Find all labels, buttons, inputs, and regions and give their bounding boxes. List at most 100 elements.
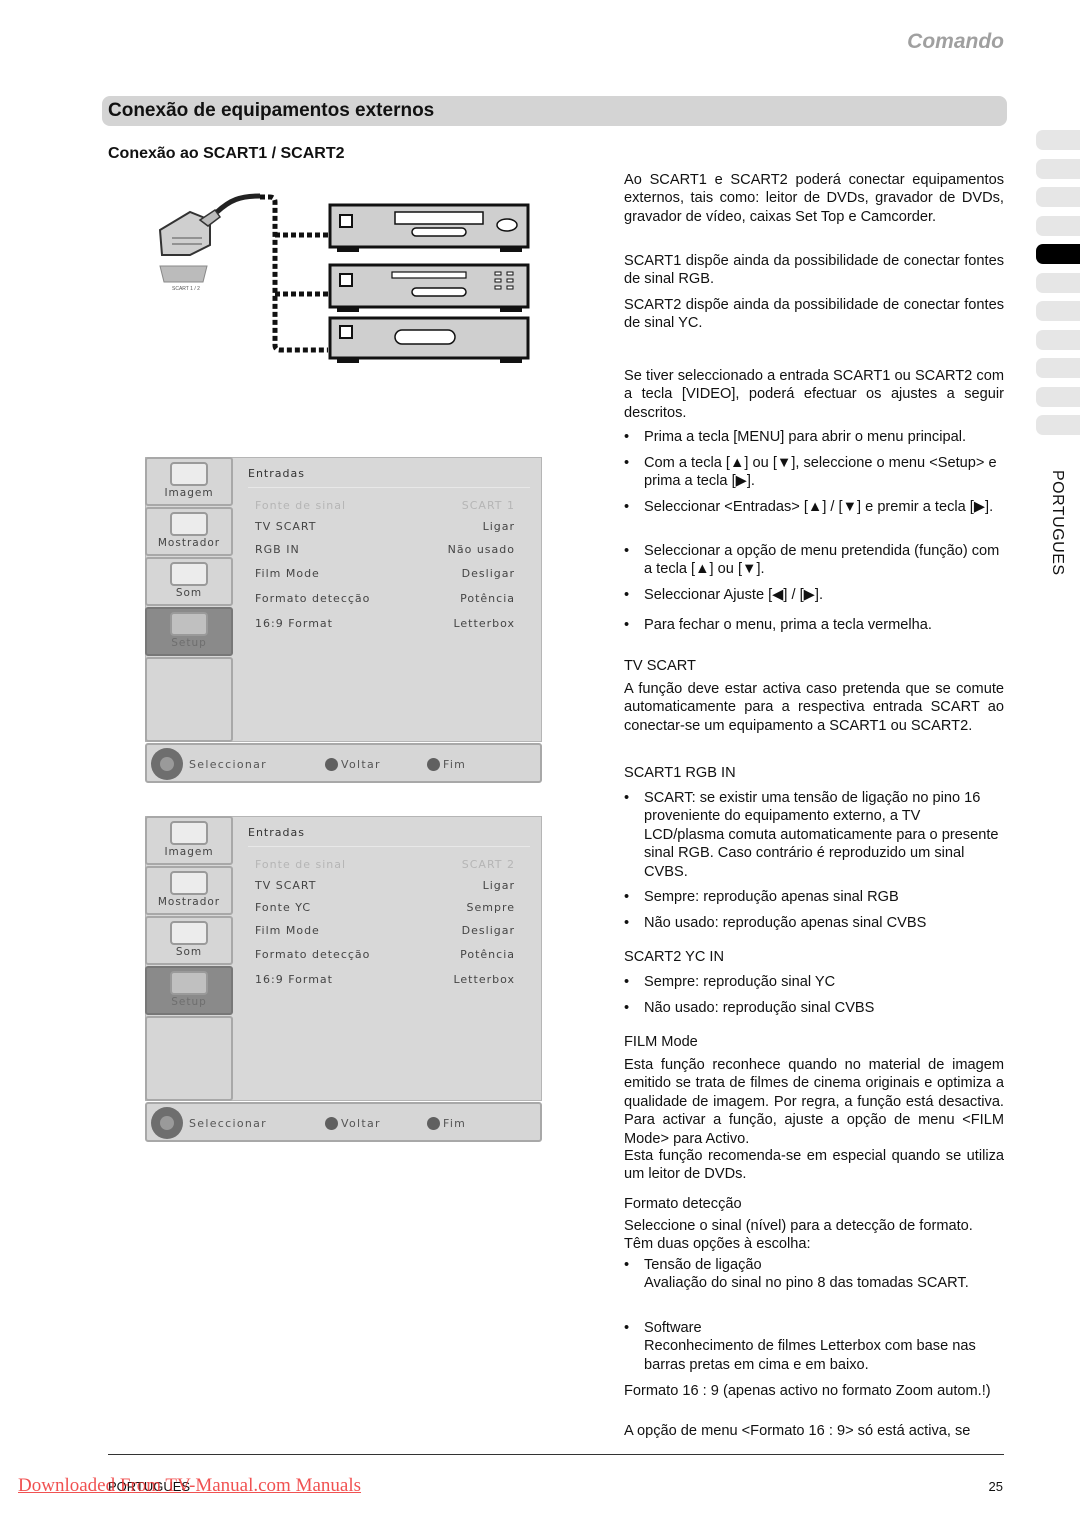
bullet-icon: •: [624, 1257, 630, 1273]
osd-menu-scart2: Imagem Mostrador Som Setup Entradas Font…: [145, 816, 542, 1143]
osd-row-value: Desligar: [461, 924, 515, 937]
step-item: • Seleccionar a opção de menu pretendida …: [624, 542, 1004, 579]
osd-menu-imagem[interactable]: Imagem: [145, 816, 233, 865]
osd-sidebar-empty: [145, 657, 233, 742]
paragraph: SCART1 dispõe ainda da possibilidade de …: [624, 253, 1004, 288]
chapter-tab: [1036, 215, 1080, 236]
osd-row-value: Desligar: [461, 567, 515, 580]
step-text: Com a tecla [▲] ou [▼], seleccione o men…: [644, 455, 997, 490]
heading: Formato detecção: [624, 1196, 742, 1212]
heading-formato-deteccao: Formato detecção: [624, 1195, 1004, 1213]
heading: FILM Mode: [624, 1034, 698, 1050]
osd-menu-label: Som: [175, 587, 203, 599]
bullet-icon: •: [624, 974, 630, 990]
intro-paragraph-1: Ao SCART1 e SCART2 poderá conectar equip…: [624, 171, 1004, 226]
bullet-icon: •: [624, 1000, 630, 1016]
item-desc: Avaliação do sinal no pino 8 das tomadas…: [644, 1275, 969, 1292]
formato-paragraph: Seleccione o sinal (nível) para a detecç…: [624, 1217, 1004, 1254]
speaker-icon: [170, 562, 208, 586]
rgb-item: • Sempre: reprodução apenas sinal RGB: [624, 888, 1004, 906]
sun-icon: [170, 462, 208, 486]
formato-169-paragraph-2: A opção de menu <Formato 16 : 9> só está…: [624, 1422, 1004, 1440]
osd-menu-label: Imagem: [164, 487, 214, 499]
vcr-device: [328, 316, 530, 363]
chapter-tab: [1036, 358, 1080, 378]
paragraph: Ao SCART1 e SCART2 poderá conectar equip…: [624, 172, 1004, 225]
section-title-bar: Conexão de equipamentos externos: [102, 96, 1007, 126]
osd-menu-imagem[interactable]: Imagem: [145, 457, 233, 506]
intro-paragraph-2: SCART1 dispõe ainda da possibilidade de …: [624, 252, 1004, 289]
setup-tool-icon: [170, 971, 208, 995]
osd-row-key: 16:9 Format: [255, 973, 333, 986]
step-item: • Seleccionar <Entradas> [▲] / [▼] e prem…: [624, 498, 1004, 516]
osd-row-value: Letterbox: [453, 617, 515, 630]
osd-row-value: Letterbox: [453, 973, 515, 986]
ok-button-icon: [325, 758, 338, 771]
step-text: Seleccionar <Entradas> [▲] / [▼] e premi…: [644, 499, 994, 515]
osd-row-key: Fonte YC: [255, 901, 312, 914]
intro-paragraph-3: SCART2 dispõe ainda da possibilidade de …: [624, 296, 1004, 333]
osd-menu-setup[interactable]: Setup: [145, 966, 233, 1015]
chapter-tab: [1036, 130, 1080, 150]
osd-row-value: Potência: [460, 592, 515, 605]
nav-pad-icon: [151, 1107, 183, 1139]
osd-footer: Seleccionar Voltar Fim: [145, 743, 542, 783]
osd-title: Entradas: [248, 467, 305, 480]
formato-item: • Software Reconhecimento de filmes Letter…: [624, 1319, 1004, 1374]
osd-menu-som[interactable]: Som: [145, 557, 233, 606]
film-mode-paragraph-2: Esta função recomenda-se em especial qua…: [624, 1147, 1004, 1184]
bullet-icon: •: [624, 499, 630, 515]
osd-menu-setup[interactable]: Setup: [145, 607, 233, 656]
bullet-icon: •: [624, 915, 630, 931]
step-text: Seleccionar a opção de menu pretendida (…: [644, 543, 1000, 578]
chapter-tab: [1036, 158, 1080, 179]
osd-menu-label: Imagem: [164, 846, 214, 858]
item-text: Não usado: reprodução apenas sinal CVBS: [644, 915, 927, 931]
osd-row-key: TV SCART: [255, 879, 317, 892]
osd-row-value: Ligar: [482, 520, 515, 533]
osd-row-value: Potência: [460, 948, 515, 961]
item-text: Não usado: reprodução sinal CVBS: [644, 1000, 875, 1016]
osd-menu-label: Mostrador: [157, 896, 221, 908]
hint-select: Seleccionar: [189, 758, 267, 771]
hint-back: Voltar: [341, 758, 381, 771]
paragraph: A opção de menu <Formato 16 : 9> só está…: [624, 1423, 971, 1439]
osd-menu-label: Mostrador: [157, 537, 221, 549]
osd-row-value: Ligar: [482, 879, 515, 892]
osd-sidebar: Imagem Mostrador Som Setup: [145, 816, 233, 1101]
scart-plug-icon: [158, 193, 261, 283]
osd-menu-mostrador[interactable]: Mostrador: [145, 866, 233, 915]
osd-row-key: RGB IN: [255, 543, 300, 556]
step-item: • Prima a tecla [MENU] para abrir o menu …: [624, 428, 1004, 446]
chapter-title: Comando: [907, 30, 1004, 53]
osd-row-key: Formato detecção: [255, 592, 371, 605]
paragraph: SCART2 dispõe ainda da possibilidade de …: [624, 297, 1004, 332]
osd-divider: [248, 487, 530, 488]
watermark-link[interactable]: Downloaded From TV-Manual.com Manuals: [18, 1475, 361, 1497]
osd-row-key: Film Mode: [255, 924, 320, 937]
hint-select: Seleccionar: [189, 1117, 267, 1130]
side-language-label: PORTUGUES: [1049, 470, 1066, 576]
heading-scart2-yc: SCART2 YC IN: [624, 948, 1004, 966]
ok-button-icon: [325, 1117, 338, 1130]
osd-divider: [248, 846, 530, 847]
osd-sidebar-empty: [145, 1016, 233, 1101]
bullet-icon: •: [624, 587, 630, 603]
osd-row-value: SCART 2: [461, 858, 515, 871]
paragraph: Seleccione o sinal (nível) para a detecç…: [624, 1218, 973, 1253]
tv-scart-paragraph: A função deve estar activa caso pretenda…: [624, 680, 1004, 735]
step-item: • Para fechar o menu, prima a tecla verme…: [624, 616, 1004, 634]
osd-menu-som[interactable]: Som: [145, 916, 233, 965]
intro-paragraph-4: Se tiver seleccionado a entrada SCART1 o…: [624, 367, 1004, 422]
osd-row-key: Fonte de sinal: [255, 858, 347, 871]
bullet-icon: •: [624, 543, 630, 559]
osd-row-key: Film Mode: [255, 567, 320, 580]
subheading: Conexão ao SCART1 / SCART2: [108, 145, 345, 162]
osd-sidebar: Imagem Mostrador Som Setup: [145, 457, 233, 742]
chapter-tab-active: [1036, 244, 1080, 264]
osd-menu-mostrador[interactable]: Mostrador: [145, 507, 233, 556]
hint-end: Fim: [443, 758, 467, 771]
bullet-icon: •: [624, 790, 630, 806]
dvd-recorder-device: [328, 263, 530, 312]
page-number: 25: [988, 1479, 1003, 1494]
